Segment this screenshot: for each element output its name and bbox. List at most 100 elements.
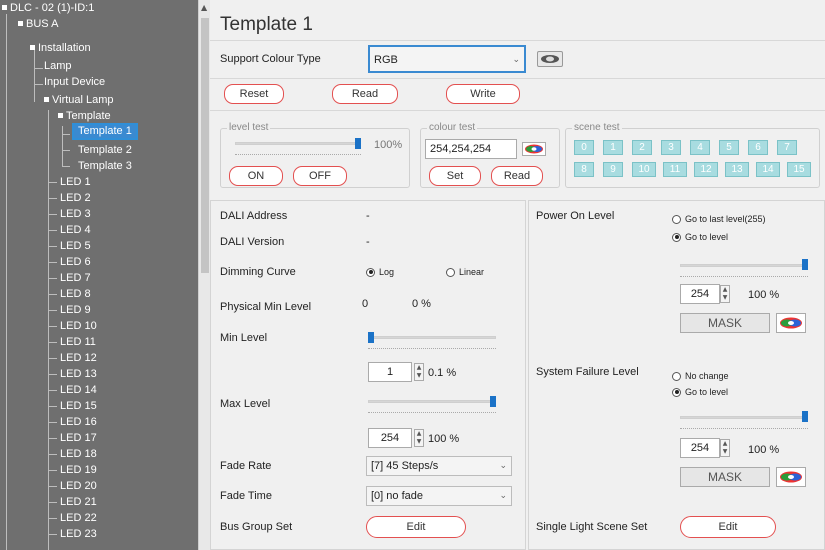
scene-button[interactable]: 13 xyxy=(725,162,749,177)
system-failure-level-slider-thumb[interactable] xyxy=(802,411,808,422)
dimming-log-radio[interactable]: Log xyxy=(366,267,394,277)
tree-node-led[interactable]: LED 12 xyxy=(60,350,97,366)
reset-button[interactable]: Reset xyxy=(224,84,284,104)
scene-button[interactable]: 1 xyxy=(603,140,623,155)
power-on-last-level-radio[interactable]: Go to last level(255) xyxy=(672,214,766,224)
tree-node-template-3[interactable]: Template 3 xyxy=(78,158,132,174)
tree-node-led[interactable]: LED 19 xyxy=(60,462,97,478)
system-failure-level-slider[interactable] xyxy=(680,416,808,419)
scene-button[interactable]: 11 xyxy=(663,162,687,177)
level-test-slider-thumb[interactable] xyxy=(355,138,361,149)
single-light-scene-set-label: Single Light Scene Set xyxy=(536,521,648,533)
tree-node-led[interactable]: LED 1 xyxy=(60,174,91,190)
tree-node-led[interactable]: LED 17 xyxy=(60,430,97,446)
scroll-up-arrow-icon[interactable]: ▲ xyxy=(201,3,207,12)
tree-node-led[interactable]: LED 4 xyxy=(60,222,91,238)
min-level-slider-thumb[interactable] xyxy=(368,332,374,343)
tree-node-led[interactable]: LED 10 xyxy=(60,318,97,334)
tree-scrollbar[interactable]: ▲ xyxy=(198,0,210,550)
max-level-slider[interactable] xyxy=(368,400,496,403)
on-button[interactable]: ON xyxy=(229,166,283,186)
scene-button[interactable]: 15 xyxy=(787,162,811,177)
max-level-slider-thumb[interactable] xyxy=(490,396,496,407)
max-level-spinner-icon[interactable]: ▲ ▼ xyxy=(414,429,424,447)
tree-node-led[interactable]: LED 11 xyxy=(60,334,96,350)
tree-node-led[interactable]: LED 22 xyxy=(60,510,97,526)
write-button[interactable]: Write xyxy=(446,84,520,104)
colour-value-input[interactable]: 254,254,254 xyxy=(425,139,517,159)
min-level-spinner-icon[interactable]: ▲ ▼ xyxy=(414,363,424,381)
tree-node-template-1[interactable]: Template 1 xyxy=(72,123,138,140)
tree-node-led[interactable]: LED 5 xyxy=(60,238,91,254)
tree-node-led[interactable]: LED 6 xyxy=(60,254,91,270)
tree-node-led[interactable]: LED 9 xyxy=(60,302,91,318)
fade-rate-select[interactable]: [7] 45 Steps/s ⌄ xyxy=(366,456,512,476)
max-level-input[interactable]: 254 xyxy=(368,428,412,448)
scene-button[interactable]: 5 xyxy=(719,140,739,155)
tree-node-led[interactable]: LED 3 xyxy=(60,206,91,222)
colour-palette-icon[interactable] xyxy=(776,467,806,487)
colour-wheel-button[interactable] xyxy=(537,51,563,67)
tree-node-device[interactable]: DLC - 02 (1)-ID:1 xyxy=(2,0,94,16)
colour-palette-icon[interactable] xyxy=(522,142,546,156)
system-failure-mask-button[interactable]: MASK xyxy=(680,467,770,487)
tree-node-led[interactable]: LED 21 xyxy=(60,494,97,510)
tree-node-lamp[interactable]: Lamp xyxy=(44,58,72,74)
tree-node-bus[interactable]: BUS A xyxy=(18,16,58,32)
off-button[interactable]: OFF xyxy=(293,166,347,186)
tree-node-led[interactable]: LED 15 xyxy=(60,398,97,414)
min-level-slider[interactable] xyxy=(368,336,496,339)
scene-button[interactable]: 12 xyxy=(694,162,718,177)
scene-button[interactable]: 8 xyxy=(574,162,594,177)
scrollbar-thumb[interactable] xyxy=(201,18,209,273)
power-on-level-label: Power On Level xyxy=(536,210,615,222)
scene-button[interactable]: 10 xyxy=(632,162,656,177)
scene-button[interactable]: 9 xyxy=(603,162,623,177)
scene-button[interactable]: 0 xyxy=(574,140,594,155)
scene-button[interactable]: 3 xyxy=(661,140,681,155)
scene-set-edit-button[interactable]: Edit xyxy=(680,516,776,538)
colour-set-button[interactable]: Set xyxy=(429,166,481,186)
read-button[interactable]: Read xyxy=(332,84,398,104)
system-failure-spinner-icon[interactable]: ▲ ▼ xyxy=(720,439,730,457)
dimming-linear-radio[interactable]: Linear xyxy=(446,267,484,277)
max-level-percent: 100 % xyxy=(428,433,460,445)
colour-type-select[interactable]: RGB ⌄ xyxy=(368,45,526,73)
tree-node-virtual-lamp[interactable]: Virtual Lamp xyxy=(44,92,114,108)
tree-node-led[interactable]: LED 23 xyxy=(60,526,97,542)
scene-button[interactable]: 4 xyxy=(690,140,710,155)
power-on-level-slider[interactable] xyxy=(680,264,808,267)
power-on-go-to-level-radio[interactable]: Go to level xyxy=(672,232,728,242)
power-on-level-slider-thumb[interactable] xyxy=(802,259,808,270)
tree-node-led[interactable]: LED 7 xyxy=(60,270,91,286)
power-on-level-input[interactable]: 254 xyxy=(680,284,720,304)
tree-node-led[interactable]: LED 2 xyxy=(60,190,91,206)
scene-button[interactable]: 6 xyxy=(748,140,768,155)
level-test-slider[interactable] xyxy=(235,142,361,145)
min-level-input[interactable]: 1 xyxy=(368,362,412,382)
tree-node-template-2[interactable]: Template 2 xyxy=(78,142,132,158)
power-on-spinner-icon[interactable]: ▲ ▼ xyxy=(720,285,730,303)
tree-node-led[interactable]: LED 16 xyxy=(60,414,97,430)
system-failure-level-input[interactable]: 254 xyxy=(680,438,720,458)
tree-node-led[interactable]: LED 18 xyxy=(60,446,97,462)
scene-button[interactable]: 7 xyxy=(777,140,797,155)
system-failure-no-change-radio[interactable]: No change xyxy=(672,371,729,381)
tree-node-input-device[interactable]: Input Device xyxy=(44,74,105,90)
tree-node-led[interactable]: LED 8 xyxy=(60,286,91,302)
tree-node-led[interactable]: LED 20 xyxy=(60,478,97,494)
scene-button[interactable]: 14 xyxy=(756,162,780,177)
physical-min-level-value: 0 xyxy=(362,298,369,310)
fade-time-select[interactable]: [0] no fade ⌄ xyxy=(366,486,512,506)
tree-node-template[interactable]: Template xyxy=(58,108,111,124)
tree-node-led[interactable]: LED 13 xyxy=(60,366,97,382)
colour-read-button[interactable]: Read xyxy=(491,166,543,186)
colour-test-group: colour test 254,254,254 Set Read xyxy=(420,122,560,188)
bus-group-edit-button[interactable]: Edit xyxy=(366,516,466,538)
system-failure-go-to-level-radio[interactable]: Go to level xyxy=(672,387,728,397)
colour-palette-icon[interactable] xyxy=(776,313,806,333)
tree-node-led[interactable]: LED 14 xyxy=(60,382,97,398)
power-on-mask-button[interactable]: MASK xyxy=(680,313,770,333)
tree-node-installation[interactable]: Installation xyxy=(30,40,91,56)
scene-button[interactable]: 2 xyxy=(632,140,652,155)
